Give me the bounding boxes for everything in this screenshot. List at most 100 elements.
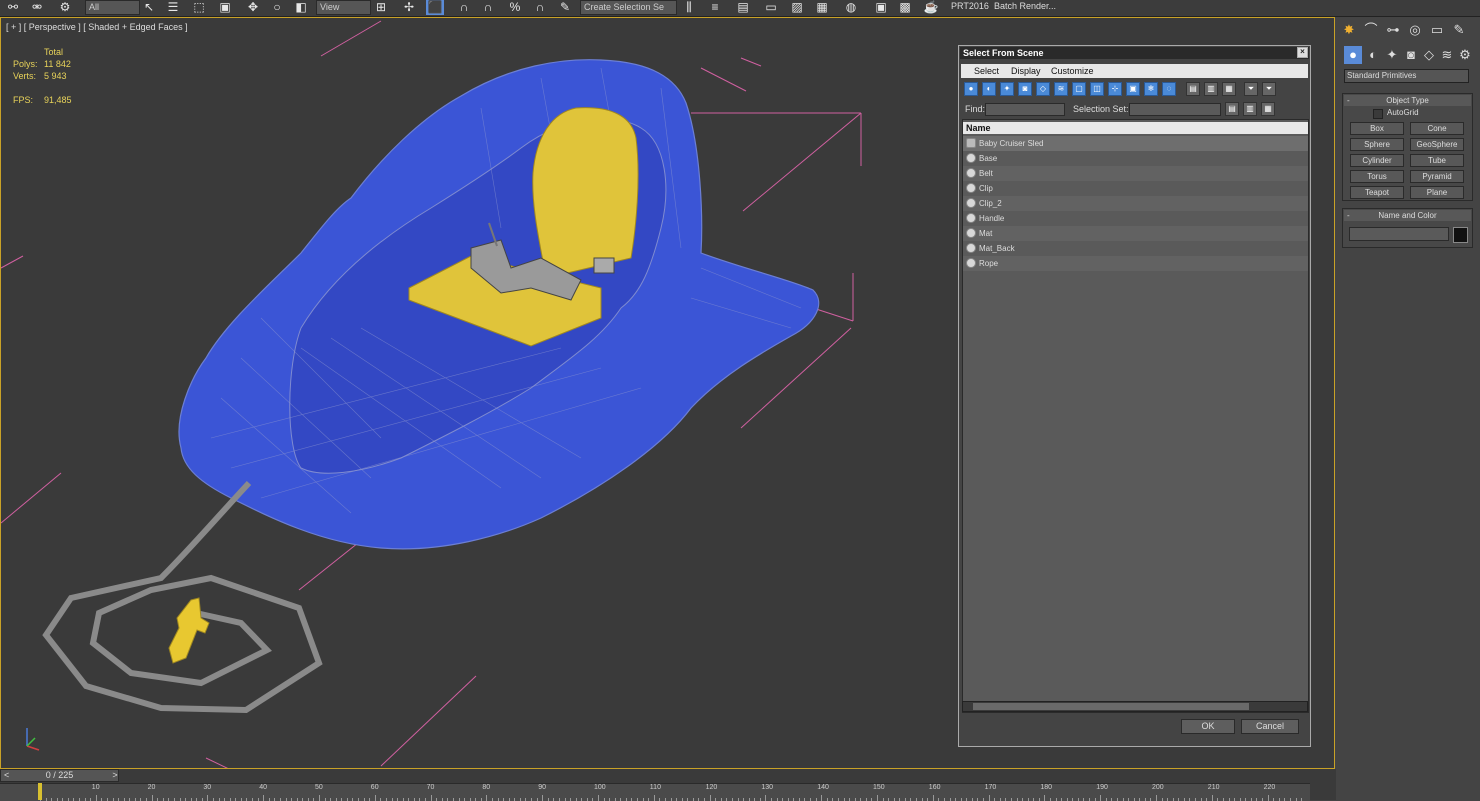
cancel-button[interactable]: Cancel <box>1241 719 1299 734</box>
list-item[interactable]: Handle <box>963 211 1308 226</box>
display-helpers-icon[interactable]: ◇ <box>1036 82 1050 96</box>
list-item[interactable]: Mat <box>963 226 1308 241</box>
cone-button[interactable]: Cone <box>1410 122 1464 135</box>
time-slider[interactable]: < 0 / 225 <box>0 769 119 782</box>
geosphere-button[interactable]: GeoSphere <box>1410 138 1464 151</box>
menu-display[interactable]: Display <box>1011 66 1041 76</box>
render-setup-icon[interactable]: ▣ <box>872 0 890 15</box>
material-editor-icon[interactable]: ◍ <box>842 0 860 15</box>
tube-button[interactable]: Tube <box>1410 154 1464 167</box>
name-and-color-rollout-header[interactable]: - Name and Color <box>1344 210 1471 221</box>
display-cameras-icon[interactable]: ◙ <box>1018 82 1032 96</box>
menu-select[interactable]: Select <box>974 66 999 76</box>
edit-named-sets-icon[interactable]: ✎ <box>556 0 574 15</box>
systems-category-icon[interactable]: ⚙ <box>1456 46 1474 64</box>
display-groups-icon[interactable]: ▢ <box>1072 82 1086 96</box>
selection-filter-dropdown[interactable]: All <box>85 0 140 15</box>
curve-editor-icon[interactable]: ▨ <box>788 0 806 15</box>
percent-snap-icon[interactable]: % <box>506 0 524 15</box>
lights-category-icon[interactable]: ✦ <box>1383 46 1401 64</box>
select-object-icon[interactable]: ↖ <box>140 0 158 15</box>
torus-button[interactable]: Torus <box>1350 170 1404 183</box>
filter-options-icon[interactable]: ⏷ <box>1262 82 1276 96</box>
horizontal-scrollbar[interactable] <box>962 701 1308 712</box>
object-color-swatch[interactable] <box>1453 227 1468 243</box>
helpers-category-icon[interactable]: ◇ <box>1420 46 1438 64</box>
slider-left-arrow-icon[interactable]: < <box>4 770 9 781</box>
pyramid-button[interactable]: Pyramid <box>1410 170 1464 183</box>
viewport-label[interactable]: [ + ] [ Perspective ] [ Shaded + Edged F… <box>6 22 188 32</box>
create-selection-set-icon[interactable]: ▤ <box>1225 102 1239 116</box>
create-tab-icon[interactable]: ✸ <box>1340 21 1358 39</box>
prt-label[interactable]: PRT2016 <box>951 0 989 15</box>
display-geometry-icon[interactable]: ● <box>964 82 978 96</box>
sphere-button[interactable]: Sphere <box>1350 138 1404 151</box>
unlink-icon[interactable]: ⚮ <box>28 0 46 15</box>
render-production-icon[interactable]: ☕ <box>922 0 940 15</box>
slider-right-arrow-icon[interactable]: > <box>110 769 120 782</box>
spinner-snap-icon[interactable]: ∩ <box>531 0 549 15</box>
angle-snap-icon[interactable]: ∩ <box>479 0 497 15</box>
list-item[interactable]: Baby Cruiser Sled <box>963 136 1308 151</box>
batch-render-label[interactable]: Batch Render... <box>994 0 1056 15</box>
display-hidden-icon[interactable]: ◌ <box>1162 82 1176 96</box>
align-icon[interactable]: ≡ <box>706 0 724 15</box>
shapes-category-icon[interactable]: ◐ <box>1364 46 1382 64</box>
cylinder-button[interactable]: Cylinder <box>1350 154 1404 167</box>
display-containers-icon[interactable]: ▣ <box>1126 82 1140 96</box>
display-lights-icon[interactable]: ✦ <box>1000 82 1014 96</box>
box-button[interactable]: Box <box>1350 122 1404 135</box>
teapot-button[interactable]: Teapot <box>1350 186 1404 199</box>
ok-button[interactable]: OK <box>1181 719 1235 734</box>
toggle-ribbon-icon[interactable]: ▭ <box>762 0 780 15</box>
display-spacewarps-icon[interactable]: ≋ <box>1054 82 1068 96</box>
list-item[interactable]: Clip <box>963 181 1308 196</box>
menu-customize[interactable]: Customize <box>1051 66 1094 76</box>
cameras-category-icon[interactable]: ◙ <box>1402 46 1420 64</box>
object-type-rollout-header[interactable]: - Object Type <box>1344 95 1471 106</box>
scrollbar-thumb[interactable] <box>973 703 1249 710</box>
named-selection-dropdown[interactable]: Create Selection Se <box>580 0 677 15</box>
plane-button[interactable]: Plane <box>1410 186 1464 199</box>
column-header-name[interactable]: Name <box>963 122 1308 134</box>
utilities-tab-icon[interactable]: ✎ <box>1450 21 1468 39</box>
rendered-frame-icon[interactable]: ▩ <box>896 0 914 15</box>
display-frozen-icon[interactable]: ❄ <box>1144 82 1158 96</box>
pivot-icon[interactable]: ⊞ <box>372 0 390 15</box>
schematic-view-icon[interactable]: ▦ <box>813 0 831 15</box>
layer-manager-icon[interactable]: ▤ <box>734 0 752 15</box>
select-by-name-icon[interactable]: ☰ <box>164 0 182 15</box>
modify-tab-icon[interactable]: ⌒ <box>1362 21 1380 39</box>
list-item[interactable]: Clip_2 <box>963 196 1308 211</box>
find-input[interactable] <box>985 103 1065 116</box>
mirror-icon[interactable]: ⫼ <box>680 0 698 15</box>
display-bones-icon[interactable]: ⊹ <box>1108 82 1122 96</box>
reference-coord-dropdown[interactable]: View <box>316 0 371 15</box>
list-item[interactable]: Belt <box>963 166 1308 181</box>
close-icon[interactable]: × <box>1297 47 1308 58</box>
current-frame-marker[interactable] <box>38 783 42 800</box>
manipulate-icon[interactable]: ✢ <box>400 0 418 15</box>
link-icon[interactable]: ⚯ <box>4 0 22 15</box>
scale-icon[interactable]: ◧ <box>292 0 310 15</box>
select-invert-icon[interactable]: ▦ <box>1222 82 1236 96</box>
primitive-type-dropdown[interactable]: Standard Primitives <box>1344 69 1469 83</box>
move-icon[interactable]: ✥ <box>244 0 262 15</box>
geometry-category-icon[interactable]: ● <box>1344 46 1362 64</box>
filter-icon[interactable]: ⏷ <box>1244 82 1258 96</box>
select-none-icon[interactable]: ▥ <box>1204 82 1218 96</box>
display-tab-icon[interactable]: ▭ <box>1428 21 1446 39</box>
spacewarps-category-icon[interactable]: ≋ <box>1438 46 1456 64</box>
hierarchy-tab-icon[interactable]: ⊶ <box>1384 21 1402 39</box>
window-crossing-icon[interactable]: ▣ <box>216 0 234 15</box>
autogrid-checkbox[interactable] <box>1373 109 1383 119</box>
selection-set-dropdown[interactable] <box>1129 103 1221 116</box>
track-bar[interactable]: 10 20 30 40 50 60 70 80 90 100 110 120 130 140 150 160 1… <box>0 783 1310 801</box>
list-item[interactable]: Mat_Back <box>963 241 1308 256</box>
object-name-input[interactable] <box>1349 227 1449 241</box>
snap-toggle-icon[interactable]: ∩ <box>455 0 473 15</box>
motion-tab-icon[interactable]: ◎ <box>1406 21 1424 39</box>
rotate-icon[interactable]: ○ <box>268 0 286 15</box>
keyboard-shortcut-icon[interactable]: ⬛ <box>426 0 444 15</box>
edit-selection-set-icon[interactable]: ▥ <box>1243 102 1257 116</box>
